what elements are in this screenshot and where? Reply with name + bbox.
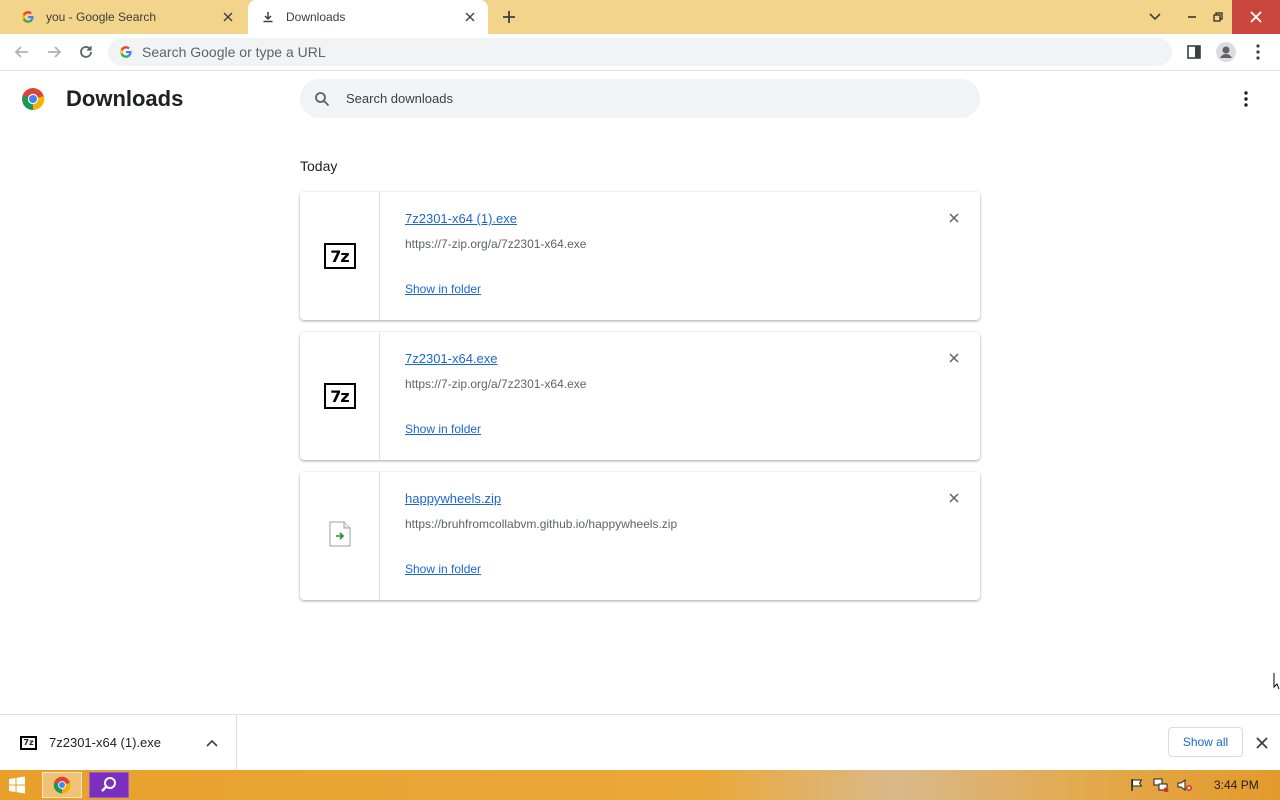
- volume-muted-icon[interactable]: [1176, 776, 1194, 794]
- date-section-label: Today: [300, 158, 338, 174]
- chrome-logo-icon: [21, 87, 45, 111]
- taskbar-search-app-icon[interactable]: [89, 772, 129, 798]
- search-downloads-box[interactable]: [300, 79, 980, 118]
- more-actions-icon[interactable]: [1234, 87, 1258, 111]
- close-tab-icon[interactable]: [460, 7, 480, 27]
- tab-google-search[interactable]: you - Google Search: [8, 0, 246, 34]
- download-item: 7z 7z2301-x64.exe https://7-zip.org/a/7z…: [300, 332, 980, 460]
- restore-icon[interactable]: [1206, 0, 1230, 34]
- tab-downloads[interactable]: Downloads: [248, 0, 488, 34]
- search-downloads-input[interactable]: [346, 91, 980, 106]
- download-item: 7z 7z2301-x64 (1).exe https://7-zip.org/…: [300, 192, 980, 320]
- download-file-link[interactable]: 7z2301-x64 (1).exe: [405, 211, 517, 226]
- chevron-up-icon[interactable]: [202, 733, 222, 753]
- file-icon: [329, 521, 351, 552]
- profile-avatar-icon[interactable]: [1214, 40, 1238, 64]
- download-file-link[interactable]: happywheels.zip: [405, 491, 501, 506]
- show-in-folder-link[interactable]: Show in folder: [405, 282, 481, 296]
- new-tab-button[interactable]: [497, 5, 521, 29]
- taskbar-chrome-icon[interactable]: [42, 772, 82, 798]
- minimize-icon[interactable]: [1180, 0, 1204, 34]
- address-input[interactable]: [142, 44, 1172, 60]
- close-shelf-icon[interactable]: [1252, 733, 1272, 753]
- search-icon: [312, 89, 332, 109]
- windows-start-icon[interactable]: [8, 776, 28, 794]
- tab-title: you - Google Search: [46, 10, 157, 24]
- action-center-flag-icon[interactable]: [1128, 776, 1146, 794]
- download-shelf: 7z 7z2301-x64 (1).exe Show all: [0, 714, 1280, 770]
- close-tab-icon[interactable]: [218, 7, 238, 27]
- browser-menu-icon[interactable]: [1246, 40, 1270, 64]
- google-g-icon: [20, 9, 36, 25]
- remove-download-icon[interactable]: [944, 348, 964, 368]
- tab-search-chevron-icon[interactable]: [1142, 0, 1168, 34]
- taskbar-clock[interactable]: 3:44 PM: [1214, 778, 1259, 792]
- forward-arrow-icon[interactable]: [42, 40, 66, 64]
- download-file-link[interactable]: 7z2301-x64.exe: [405, 351, 498, 366]
- shelf-download-item[interactable]: 7z 7z2301-x64 (1).exe: [0, 715, 237, 770]
- back-arrow-icon[interactable]: [10, 40, 34, 64]
- page-title: Downloads: [66, 86, 184, 111]
- tab-title: Downloads: [286, 10, 346, 24]
- omnibox[interactable]: [108, 38, 1172, 66]
- remove-download-icon[interactable]: [944, 488, 964, 508]
- reload-icon[interactable]: [74, 40, 98, 64]
- taskbar: 3:44 PM: [0, 770, 1280, 800]
- shelf-file-name: 7z2301-x64 (1).exe: [49, 735, 162, 750]
- browser-toolbar: [0, 34, 1280, 71]
- download-source-url: https://7-zip.org/a/7z2301-x64.exe: [405, 377, 587, 391]
- mouse-cursor-icon: [1273, 672, 1280, 690]
- 7zip-icon: 7z: [20, 735, 37, 750]
- tab-strip: you - Google Search Downloads: [0, 0, 1280, 34]
- close-window-icon[interactable]: [1232, 0, 1280, 34]
- remove-download-icon[interactable]: [944, 208, 964, 228]
- show-all-button[interactable]: Show all: [1168, 727, 1243, 757]
- show-in-folder-link[interactable]: Show in folder: [405, 422, 481, 436]
- download-item: happywheels.zip https://bruhfromcollabvm…: [300, 472, 980, 600]
- side-panel-icon[interactable]: [1182, 40, 1206, 64]
- network-icon[interactable]: [1152, 776, 1170, 794]
- 7zip-icon: 7z: [323, 243, 356, 269]
- download-icon: [260, 9, 276, 25]
- show-in-folder-link[interactable]: Show in folder: [405, 562, 481, 576]
- download-source-url: https://bruhfromcollabvm.github.io/happy…: [405, 517, 678, 531]
- download-source-url: https://7-zip.org/a/7z2301-x64.exe: [405, 237, 587, 251]
- 7zip-icon: 7z: [323, 383, 356, 409]
- google-g-icon: [118, 44, 134, 60]
